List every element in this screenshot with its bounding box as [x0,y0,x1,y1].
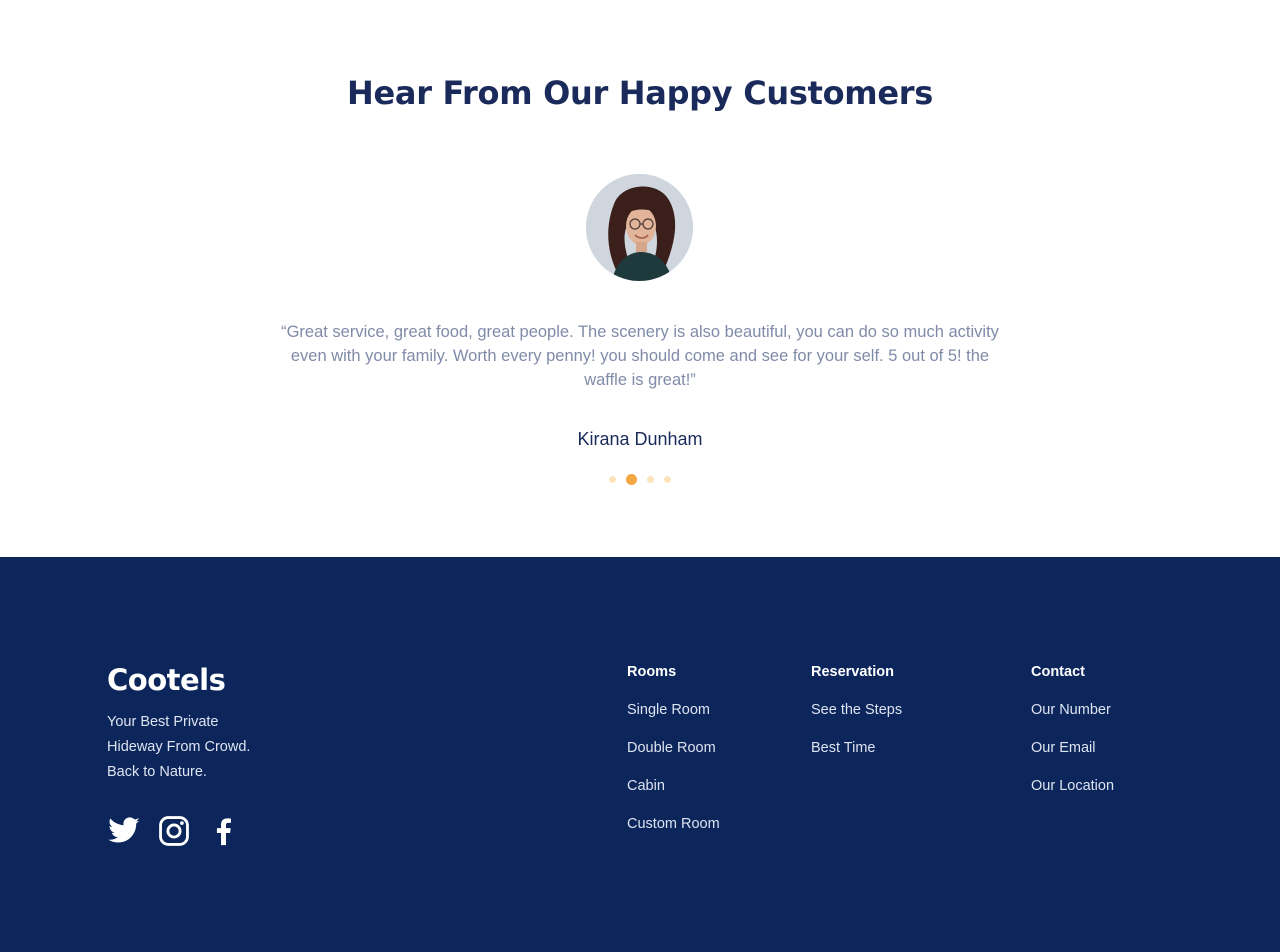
tagline-line-2: Hideway From Crowd. [107,739,251,755]
testimonial-author: Kirana Dunham [577,429,703,449]
footer-link-cabin[interactable]: Cabin [627,777,720,815]
site-footer: Cootels Your Best Private Hideway From C… [0,557,1280,952]
footer-column-contact: Contact Our Number Our Email Our Locatio… [1031,663,1114,815]
footer-column-rooms: Rooms Single Room Double Room Cabin Cust… [627,663,720,853]
twitter-icon[interactable] [107,814,141,848]
facebook-icon[interactable] [207,814,241,848]
tagline-line-1: Your Best Private [107,714,219,730]
tagline-line-3: Back to Nature. [107,764,207,780]
footer-link-custom-room[interactable]: Custom Room [627,815,720,853]
footer-column-title: Contact [1031,664,1085,680]
testimonial-quote: “Great service, great food, great people… [281,323,999,389]
carousel-dot-4[interactable] [664,476,671,483]
footer-column-reservation: Reservation See the Steps Best Time [811,663,902,777]
footer-link-our-number[interactable]: Our Number [1031,701,1114,739]
footer-link-our-location[interactable]: Our Location [1031,777,1114,815]
carousel-dot-1[interactable] [609,476,616,483]
carousel-dot-2[interactable] [626,474,637,485]
footer-column-title: Rooms [627,664,677,680]
customer-avatar [586,174,693,281]
footer-link-best-time[interactable]: Best Time [811,739,902,777]
footer-link-see-the-steps[interactable]: See the Steps [811,701,902,739]
testimonials-title: Hear From Our Happy Customers [347,74,933,112]
carousel-pagination [0,474,1280,488]
footer-column-title: Reservation [811,664,895,680]
carousel-dot-3[interactable] [647,476,654,483]
footer-link-double-room[interactable]: Double Room [627,739,720,777]
testimonials-section: Hear From Our Happy Customers “Great ser… [0,0,1280,557]
footer-link-single-room[interactable]: Single Room [627,701,720,739]
footer-tagline: Your Best Private Hideway From Crowd. Ba… [107,710,327,785]
footer-link-our-email[interactable]: Our Email [1031,739,1114,777]
instagram-icon[interactable] [157,814,191,848]
footer-logo[interactable]: Cootels [107,663,226,697]
